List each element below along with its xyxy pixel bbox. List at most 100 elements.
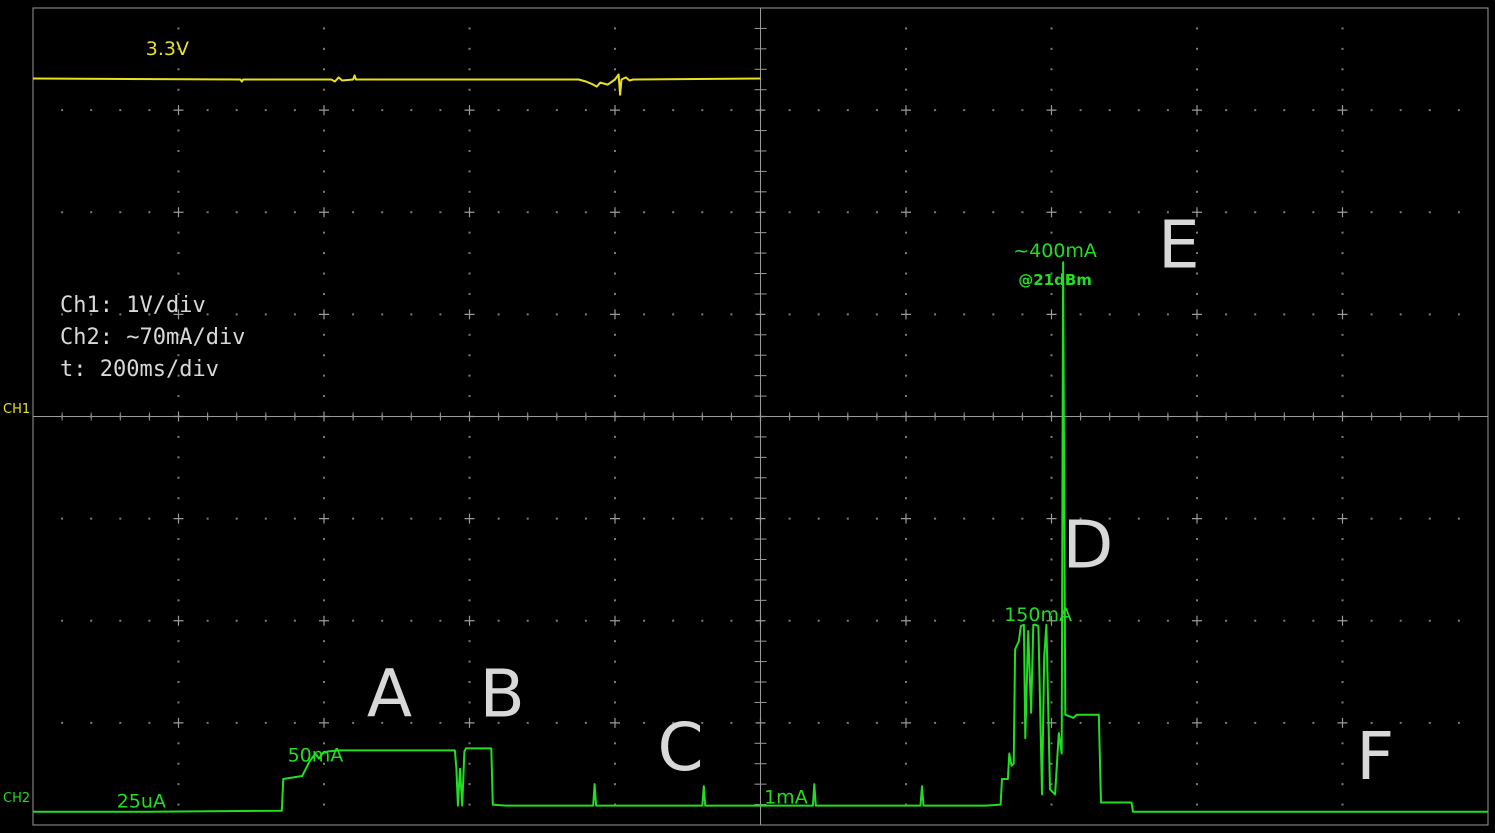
graticule-dot: [1021, 313, 1024, 316]
graticule-dot: [846, 721, 849, 724]
graticule-dot: [1341, 47, 1344, 50]
graticule-dot: [1196, 476, 1198, 479]
graticule-dot: [177, 640, 180, 643]
graticule-dot: [1428, 313, 1431, 316]
graticule-dot: [468, 68, 471, 71]
graticule-dot: [1196, 578, 1198, 581]
graticule-dot: [293, 517, 296, 520]
graticule-dot: [1457, 211, 1460, 214]
graticule-dot: [555, 211, 558, 214]
graticule-dot: [1428, 619, 1431, 622]
graticule-dot: [177, 762, 180, 765]
graticule-dot: [614, 681, 616, 684]
graticule-dot: [701, 313, 704, 316]
graticule-dot: [1021, 517, 1024, 520]
graticule-dot: [905, 170, 907, 173]
graticule-dot: [905, 374, 907, 377]
graticule-dot: [61, 721, 64, 724]
graticule-dot: [1050, 395, 1053, 398]
graticule-dot: [264, 619, 267, 622]
graticule-dot: [1341, 27, 1344, 30]
graticule-dot: [177, 476, 180, 479]
graticule-dot: [468, 88, 471, 91]
graticule-dot: [206, 211, 209, 214]
graticule-dot: [1254, 517, 1257, 520]
graticule-dot: [614, 47, 616, 50]
graticule-dot: [439, 211, 442, 214]
graticule-dot: [905, 68, 907, 71]
graticule-dot: [614, 88, 616, 91]
graticule-dot: [468, 681, 471, 684]
graticule-dot: [584, 313, 587, 316]
graticule-dot: [410, 211, 413, 214]
graticule-dot: [1137, 313, 1140, 316]
graticule-dot: [1283, 721, 1286, 724]
graticule-dot: [468, 354, 471, 357]
graticule-dot: [235, 211, 238, 214]
graticule-dot: [177, 701, 180, 704]
graticule-dot: [905, 783, 907, 786]
graticule-dot: [643, 211, 646, 214]
graticule-dot: [177, 578, 180, 581]
graticule-dot: [468, 149, 471, 152]
trace-label: @21dBm: [1018, 271, 1092, 289]
graticule-dot: [730, 619, 733, 622]
graticule-dot: [1341, 231, 1344, 234]
graticule-dot: [1196, 456, 1198, 459]
graticule-dot: [323, 190, 325, 193]
graticule-dot: [1312, 109, 1315, 112]
graticule-dot: [177, 599, 180, 602]
graticule-dot: [1312, 721, 1315, 724]
graticule-dot: [614, 170, 616, 173]
graticule-dot: [817, 313, 820, 316]
graticule-dot: [1196, 149, 1198, 152]
graticule-dot: [614, 395, 616, 398]
graticule-dot: [875, 211, 878, 214]
graticule-dot: [439, 721, 442, 724]
graticule-dot: [963, 313, 966, 316]
graticule-dot: [352, 619, 355, 622]
graticule-dot: [323, 231, 325, 234]
graticule-dot: [963, 109, 966, 112]
graticule-dot: [672, 517, 675, 520]
graticule-dot: [61, 619, 64, 622]
graticule-dot: [1166, 619, 1169, 622]
graticule-dot: [177, 395, 180, 398]
graticule-dot: [381, 109, 384, 112]
graticule-dot: [1341, 701, 1344, 704]
graticule-dot: [1341, 476, 1344, 479]
graticule-dot: [672, 211, 675, 214]
graticule-dot: [1137, 109, 1140, 112]
graticule-dot: [905, 742, 907, 745]
graticule-dot: [352, 109, 355, 112]
graticule-dot: [1341, 558, 1344, 561]
graticule-dot: [468, 231, 471, 234]
graticule-dot: [1225, 313, 1228, 316]
graticule-dot: [1196, 374, 1198, 377]
graticule-dot: [905, 88, 907, 91]
graticule-dot: [1196, 395, 1198, 398]
graticule-dot: [177, 681, 180, 684]
graticule-dot: [1196, 27, 1198, 30]
graticule-dot: [905, 578, 907, 581]
graticule-dot: [323, 170, 325, 173]
graticule-dot: [1196, 497, 1198, 500]
graticule-dot: [323, 558, 325, 561]
graticule-dot: [1050, 435, 1053, 438]
graticule-dot: [846, 211, 849, 214]
graticule-dot: [1050, 231, 1053, 234]
graticule-dot: [497, 619, 500, 622]
graticule-dot: [293, 313, 296, 316]
graticule-dot: [293, 211, 296, 214]
graticule-dot: [1341, 272, 1344, 275]
graticule-dot: [1196, 129, 1198, 132]
graticule-dot: [468, 190, 471, 193]
graticule-dot: [614, 783, 616, 786]
graticule-dot: [1457, 619, 1460, 622]
graticule-dot: [526, 619, 529, 622]
graticule-dot: [1370, 517, 1373, 520]
graticule-dot: [526, 721, 529, 724]
graticule-dot: [264, 721, 267, 724]
trace-label: 25uA: [117, 791, 166, 813]
graticule-dot: [1254, 721, 1257, 724]
